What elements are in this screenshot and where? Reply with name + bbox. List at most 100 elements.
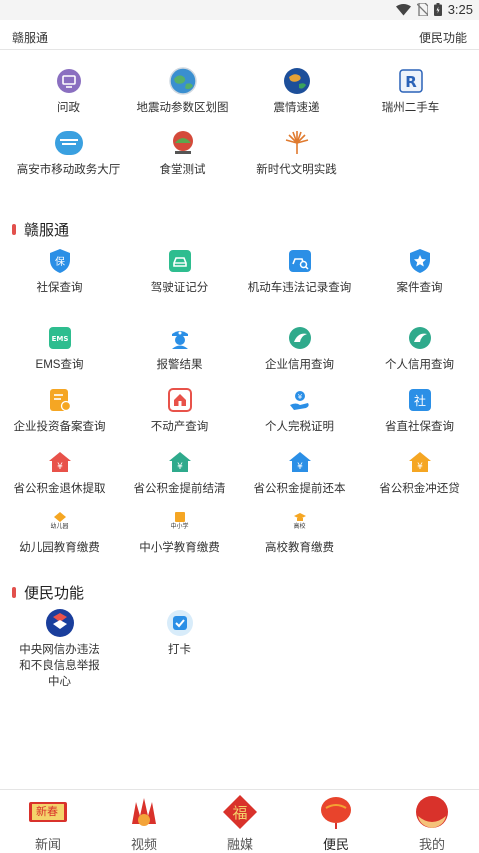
service-fund-settle[interactable]: ¥ 省公积金提前结清 (120, 447, 239, 497)
fund-house-icon: ¥ (165, 447, 195, 477)
service-label: 省公积金退休提取 (13, 483, 106, 495)
service-personal-credit[interactable]: 个人信用查询 (360, 323, 479, 373)
service-fund-offset[interactable]: ¥ 省公积金冲还贷 (360, 447, 479, 497)
monitor-icon (54, 66, 84, 96)
service-label: 案件查询 (396, 282, 443, 294)
service-label: 中央网信办违法和不良信息举报中心 (19, 644, 100, 688)
nav-label: 视频 (130, 838, 157, 853)
featured-item-quake-news[interactable]: 震情速递 (237, 66, 356, 116)
wifi-icon (395, 3, 411, 16)
nav-profile[interactable]: 我的 (384, 794, 479, 853)
section-accent-bar (12, 224, 16, 235)
social-icon: 社 (405, 385, 435, 415)
service-check-in[interactable]: 打卡 (120, 608, 239, 658)
featured-item-civilization[interactable]: 新时代文明实践 (237, 128, 356, 178)
report-center-icon (45, 608, 75, 638)
service-label: 个人信用查询 (385, 359, 454, 371)
nav-service[interactable]: 便民 (288, 794, 384, 853)
service-label: 幼儿园教育缴费 (19, 542, 100, 554)
featured-item-wenzheng[interactable]: 问政 (9, 66, 128, 116)
tax-hand-icon: ¥ (285, 385, 315, 415)
police-icon (165, 323, 195, 353)
fund-house-icon: ¥ (45, 447, 75, 477)
service-label: 高校教育缴费 (265, 542, 334, 554)
service-tax-certificate[interactable]: ¥ 个人完税证明 (240, 385, 359, 435)
section-title-convenience: 便民功能 (12, 582, 84, 603)
canteen-icon (168, 128, 198, 158)
featured-label: 新时代文明实践 (256, 164, 337, 176)
service-label: 省公积金冲还贷 (379, 483, 460, 495)
service-fund-retire[interactable]: ¥ 省公积金退休提取 (0, 447, 119, 497)
service-social-security[interactable]: 保 社保查询 (0, 246, 119, 296)
svg-text:¥: ¥ (177, 462, 183, 472)
featured-item-canteen[interactable]: 食堂测试 (123, 128, 242, 178)
service-label: 社保查询 (36, 282, 83, 294)
car-icon (165, 246, 195, 276)
service-kindergarten-fee[interactable]: 幼儿园 幼儿园教育缴费 (0, 506, 119, 556)
service-label: 报警结果 (156, 359, 203, 371)
service-vehicle-violation[interactable]: 机动车违法记录查询 (240, 246, 359, 296)
car-logo-icon: R (396, 66, 426, 96)
fund-house-icon: ¥ (285, 447, 315, 477)
kindergarten-icon: 幼儿园 (45, 506, 75, 536)
featured-label: 高安市移动政务大厅 (16, 164, 121, 176)
featured-item-gov-hall[interactable]: 高安市移动政务大厅 (9, 128, 128, 178)
featured-label: 震情速递 (273, 102, 320, 114)
service-label: 中小学教育缴费 (139, 542, 220, 554)
nav-media[interactable]: 福 融媒 (192, 794, 288, 853)
service-label: 省直社保查询 (385, 421, 454, 433)
house-icon (165, 385, 195, 415)
nav-label: 融媒 (226, 838, 253, 853)
school-tag: 中小学 (170, 524, 189, 530)
top-tab-bar: 赣服通 便民功能 (0, 26, 479, 50)
tab-convenience[interactable]: 便民功能 (419, 29, 467, 46)
featured-item-seismic-map[interactable]: 地震动参数区划图 (123, 66, 242, 116)
nav-label: 我的 (418, 838, 445, 853)
battery-icon (433, 3, 442, 16)
service-label: 机动车违法记录查询 (247, 282, 352, 294)
svg-text:福: 福 (232, 804, 247, 822)
service-label: 企业信用查询 (265, 359, 334, 371)
svg-text:¥: ¥ (57, 462, 63, 472)
service-label: 打卡 (168, 644, 191, 656)
svg-text:保: 保 (55, 255, 65, 268)
earth-blue-icon (282, 66, 312, 96)
service-label: EMS查询 (35, 359, 84, 371)
nav-video[interactable]: 视频 (96, 794, 192, 853)
service-report-center[interactable]: 中央网信办违法和不良信息举报中心 (0, 608, 119, 690)
service-ems[interactable]: EMS EMS查询 (0, 323, 119, 373)
video-icon (124, 794, 164, 830)
media-icon: 福 (220, 794, 260, 830)
service-investment-filing[interactable]: 企业投资备案查询 (0, 385, 119, 435)
clock-time: 3:25 (447, 2, 473, 17)
document-icon (45, 385, 75, 415)
service-label: 驾驶证记分 (150, 282, 209, 294)
service-provincial-social[interactable]: 社 省直社保查询 (360, 385, 479, 435)
news-badge: 新春 (36, 805, 58, 818)
bottom-nav: 新闻 视频 福 融媒 便民 我的 (0, 789, 479, 853)
profile-icon (412, 794, 452, 830)
service-label: 个人完税证明 (265, 421, 334, 433)
service-label: 省公积金提前还本 (253, 483, 346, 495)
section-accent-bar (12, 587, 16, 598)
service-real-estate[interactable]: 不动产查询 (120, 385, 239, 435)
svg-text:¥: ¥ (297, 393, 302, 401)
service-icon (316, 794, 356, 830)
svg-text:社: 社 (413, 393, 425, 408)
no-sim-icon (416, 3, 428, 16)
earth-globe-icon (168, 66, 198, 96)
service-label: 不动产查询 (150, 421, 209, 433)
service-school-fee[interactable]: 中小学 中小学教育缴费 (120, 506, 239, 556)
featured-item-used-car[interactable]: R 瑞州二手车 (351, 66, 470, 116)
service-driving-points[interactable]: 驾驶证记分 (120, 246, 239, 296)
college-tag: 高校 (293, 524, 306, 530)
tab-ganfutong[interactable]: 赣服通 (12, 29, 48, 46)
fund-house-icon: ¥ (405, 447, 435, 477)
service-enterprise-credit[interactable]: 企业信用查询 (240, 323, 359, 373)
nav-label: 新闻 (34, 838, 61, 853)
featured-label: 地震动参数区划图 (136, 102, 229, 114)
service-police-result[interactable]: 报警结果 (120, 323, 239, 373)
service-college-fee[interactable]: 高校 高校教育缴费 (240, 506, 359, 556)
service-case-query[interactable]: 案件查询 (360, 246, 479, 296)
service-fund-prepay[interactable]: ¥ 省公积金提前还本 (240, 447, 359, 497)
